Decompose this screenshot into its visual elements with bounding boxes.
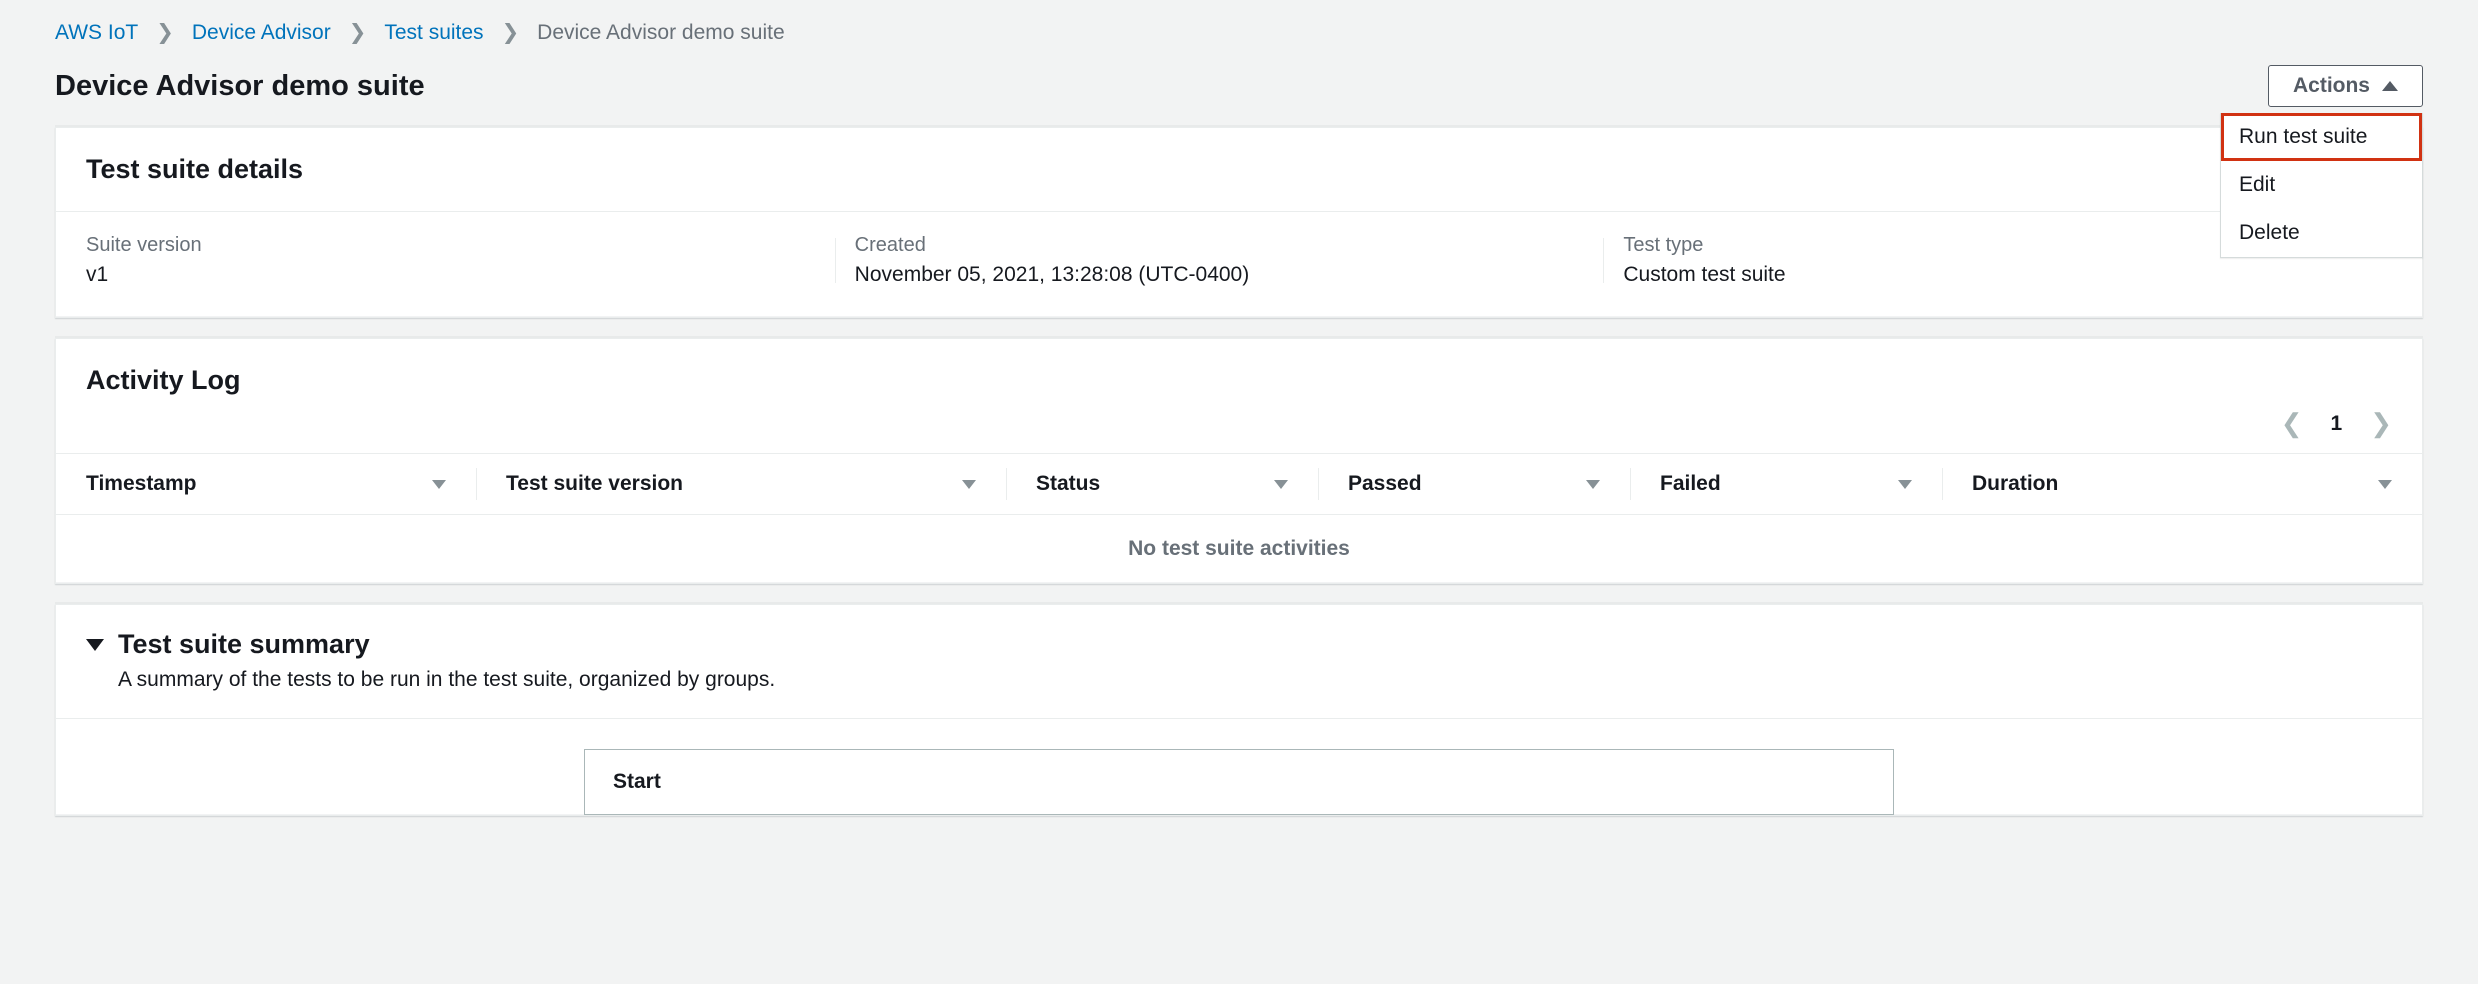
summary-start-node: Start — [584, 749, 1894, 815]
detail-label-suite-version: Suite version — [86, 234, 855, 257]
menu-item-run-test-suite[interactable]: Run test suite — [2221, 113, 2422, 161]
breadcrumb-link-aws-iot[interactable]: AWS IoT — [55, 21, 138, 45]
chevron-right-icon: ❯ — [349, 20, 367, 45]
detail-value-test-type: Custom test suite — [1623, 263, 2392, 287]
actions-button-label: Actions — [2293, 74, 2370, 98]
activity-table: Timestamp Test suite version Status Pass… — [56, 453, 2422, 583]
details-panel-title: Test suite details — [86, 154, 2392, 185]
page-prev-icon[interactable]: ❮ — [2281, 408, 2303, 439]
actions-button[interactable]: Actions — [2268, 65, 2423, 107]
col-test-suite-version: Test suite version — [506, 472, 683, 496]
col-passed: Passed — [1348, 472, 1422, 496]
col-timestamp: Timestamp — [86, 472, 197, 496]
summary-description: A summary of the tests to be run in the … — [118, 668, 2392, 692]
actions-dropdown: Run test suite Edit Delete — [2220, 113, 2423, 258]
page-number: 1 — [2331, 412, 2343, 436]
activity-log-title: Activity Log — [86, 365, 2392, 396]
sort-icon[interactable] — [432, 480, 446, 489]
activity-log-panel: Activity Log ❮ 1 ❯ Timestamp Test suite … — [55, 338, 2423, 584]
sort-icon[interactable] — [1586, 480, 1600, 489]
menu-item-edit[interactable]: Edit — [2221, 161, 2422, 209]
page-next-icon[interactable]: ❯ — [2370, 408, 2392, 439]
sort-icon[interactable] — [1898, 480, 1912, 489]
summary-start-label: Start — [613, 770, 661, 793]
page-title: Device Advisor demo suite — [55, 70, 425, 103]
test-suite-summary-panel: Test suite summary A summary of the test… — [55, 604, 2423, 816]
breadcrumb: AWS IoT ❯ Device Advisor ❯ Test suites ❯… — [55, 20, 2423, 45]
breadcrumb-link-device-advisor[interactable]: Device Advisor — [192, 21, 331, 45]
col-status: Status — [1036, 472, 1100, 496]
caret-up-icon — [2382, 81, 2398, 91]
summary-title: Test suite summary — [118, 629, 370, 660]
col-duration: Duration — [1972, 472, 2058, 496]
chevron-right-icon: ❯ — [502, 20, 520, 45]
sort-icon[interactable] — [1274, 480, 1288, 489]
breadcrumb-current: Device Advisor demo suite — [537, 21, 784, 45]
detail-value-created: November 05, 2021, 13:28:08 (UTC-0400) — [855, 263, 1624, 287]
sort-icon[interactable] — [2378, 480, 2392, 489]
breadcrumb-link-test-suites[interactable]: Test suites — [384, 21, 483, 45]
table-header-row: Timestamp Test suite version Status Pass… — [56, 454, 2422, 515]
table-empty-message: No test suite activities — [56, 515, 2422, 583]
test-suite-details-panel: Test suite details Suite version v1 Crea… — [55, 127, 2423, 318]
pagination: ❮ 1 ❯ — [56, 396, 2422, 453]
col-failed: Failed — [1660, 472, 1721, 496]
collapse-toggle-icon[interactable] — [86, 639, 104, 651]
chevron-right-icon: ❯ — [156, 20, 174, 45]
detail-value-suite-version: v1 — [86, 263, 855, 287]
menu-item-delete[interactable]: Delete — [2221, 209, 2422, 257]
sort-icon[interactable] — [962, 480, 976, 489]
detail-label-created: Created — [855, 234, 1624, 257]
